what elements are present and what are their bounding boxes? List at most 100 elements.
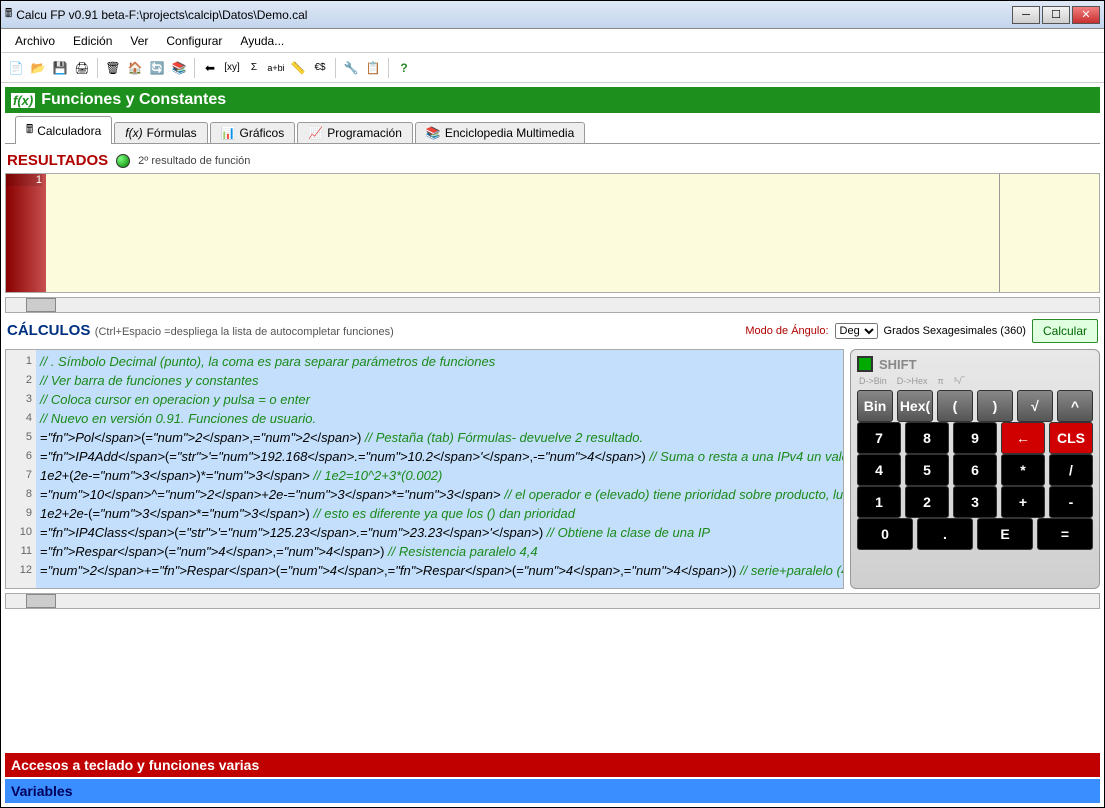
menu-ver[interactable]: Ver — [122, 32, 156, 50]
key-CLS[interactable]: CLS — [1049, 422, 1093, 454]
ruler-icon[interactable]: 📏 — [289, 59, 307, 77]
print-icon[interactable]: 🖨 — [73, 59, 91, 77]
shift-label: SHIFT — [879, 357, 917, 372]
save-icon[interactable]: 💾 — [51, 59, 69, 77]
keypad-hints: D->Bin D->Hex π ³√‾ — [857, 376, 1093, 386]
functions-panel-header[interactable]: f(x) Funciones y Constantes — [5, 87, 1100, 113]
calculos-header: CÁLCULOS (Ctrl+Espacio =despliega la lis… — [5, 315, 1100, 347]
code-gutter: 123456789101112 — [6, 350, 36, 588]
key-x[interactable]: / — [1049, 454, 1093, 486]
minimize-button[interactable]: ─ — [1012, 6, 1040, 24]
wrench-icon[interactable]: 🔧 — [342, 59, 360, 77]
key-x[interactable]: + — [1001, 486, 1045, 518]
key-x[interactable]: ( — [937, 390, 973, 422]
key-x[interactable]: ← — [1001, 422, 1045, 454]
sum-icon[interactable]: Σ — [245, 59, 263, 77]
window-title: Calcu FP v0.91 beta-F:\projects\calcip\D… — [16, 8, 307, 22]
back-icon[interactable]: ⬅ — [201, 59, 219, 77]
menu-configurar[interactable]: Configurar — [158, 32, 230, 50]
code-body[interactable]: // . Símbolo Decimal (punto), la coma es… — [36, 350, 843, 588]
maximize-button[interactable]: ☐ — [1042, 6, 1070, 24]
scrollbar-thumb[interactable] — [26, 594, 56, 608]
key-7[interactable]: 7 — [857, 422, 901, 454]
key-x[interactable]: * — [1001, 454, 1045, 486]
new-icon[interactable]: 📄 — [7, 59, 25, 77]
tab-calculadora[interactable]: 🖩Calculadora — [15, 116, 112, 144]
key-Hexx[interactable]: Hex( — [897, 390, 933, 422]
status-led-icon — [116, 154, 130, 168]
fx-icon: f(x) — [11, 93, 35, 108]
key-1[interactable]: 1 — [857, 486, 901, 518]
books-icon[interactable]: 📚 — [170, 59, 188, 77]
calc-icon: 🖩 — [26, 120, 33, 141]
keypad: SHIFT D->Bin D->Hex π ³√‾ BinHex(()√^ 789… — [850, 349, 1100, 589]
key-x[interactable]: = — [1037, 518, 1093, 550]
angle-desc: Grados Sexagesimales (360) — [884, 325, 1026, 337]
tab-programacion[interactable]: 📈Programación — [297, 122, 413, 143]
calculos-title: CÁLCULOS — [7, 322, 90, 339]
menubar: Archivo Edición Ver Configurar Ayuda... — [1, 29, 1104, 53]
main-tabs: 🖩Calculadora f(x)Fórmulas 📊Gráficos 📈Pro… — [5, 115, 1100, 144]
help-icon[interactable]: ? — [395, 59, 413, 77]
resultados-title: RESULTADOS — [7, 152, 108, 169]
fx-icon: f(x) — [125, 126, 142, 140]
angle-label: Modo de Ángulo: — [745, 325, 828, 337]
key-x[interactable]: ) — [977, 390, 1013, 422]
brackets-icon[interactable]: [xy] — [223, 59, 241, 77]
shift-row: SHIFT — [857, 356, 1093, 372]
key-Bin[interactable]: Bin — [857, 390, 893, 422]
editor-row: 123456789101112 // . Símbolo Decimal (pu… — [5, 349, 1100, 589]
key-3[interactable]: 3 — [953, 486, 997, 518]
key-x[interactable]: . — [917, 518, 973, 550]
code-editor[interactable]: 123456789101112 // . Símbolo Decimal (pu… — [5, 349, 844, 589]
abi-icon[interactable]: a+bi — [267, 59, 285, 77]
home-icon[interactable]: 🏠 — [126, 59, 144, 77]
key-0[interactable]: 0 — [857, 518, 913, 550]
key-2[interactable]: 2 — [905, 486, 949, 518]
calcular-button[interactable]: Calcular — [1032, 319, 1098, 343]
variables-panel-header[interactable]: Variables — [5, 779, 1100, 803]
titlebar: 🖩 Calcu FP v0.91 beta-F:\projects\calcip… — [1, 1, 1104, 29]
key-4[interactable]: 4 — [857, 454, 901, 486]
resultados-body[interactable] — [46, 174, 999, 292]
currency-icon[interactable]: €$ — [311, 59, 329, 77]
resultados-gutter: 1 — [6, 174, 46, 292]
open-icon[interactable]: 📂 — [29, 59, 47, 77]
key-x[interactable]: - — [1049, 486, 1093, 518]
scrollbar-thumb[interactable] — [26, 298, 56, 312]
key-5[interactable]: 5 — [905, 454, 949, 486]
prog-icon: 📈 — [308, 126, 323, 140]
content-area: f(x) Funciones y Constantes 🖩Calculadora… — [1, 83, 1104, 807]
menu-ayuda[interactable]: Ayuda... — [232, 32, 292, 50]
key-8[interactable]: 8 — [905, 422, 949, 454]
app-icon: 🖩 — [5, 4, 12, 25]
resultados-scrollbar[interactable] — [5, 297, 1100, 313]
angle-select[interactable]: Deg — [835, 323, 878, 339]
toolbar: 📄 📂 💾 🖨 🗑 🏠 🔄 📚 ⬅ [xy] Σ a+bi 📏 €$ 🔧 📋 ? — [1, 53, 1104, 83]
functions-title: Funciones y Constantes — [41, 91, 226, 109]
delete-icon[interactable]: 🗑 — [104, 59, 122, 77]
key-9[interactable]: 9 — [953, 422, 997, 454]
resultados-ruler — [999, 174, 1099, 292]
list-icon[interactable]: 📋 — [364, 59, 382, 77]
accesos-panel-header[interactable]: Accesos a teclado y funciones varias — [5, 753, 1100, 777]
resultados-editor[interactable]: 1 — [5, 173, 1100, 293]
tab-enciclopedia[interactable]: 📚Enciclopedia Multimedia — [415, 122, 585, 143]
key-E[interactable]: E — [977, 518, 1033, 550]
close-button[interactable]: ✕ — [1072, 6, 1100, 24]
key-x[interactable]: √ — [1017, 390, 1053, 422]
book-icon: 📚 — [426, 126, 441, 140]
key-x[interactable]: ^ — [1057, 390, 1093, 422]
calculos-hint: (Ctrl+Espacio =despliega la lista de aut… — [95, 326, 394, 338]
app-window: 🖩 Calcu FP v0.91 beta-F:\projects\calcip… — [0, 0, 1105, 808]
resultados-status: 2º resultado de función — [138, 155, 250, 167]
code-scrollbar[interactable] — [5, 593, 1100, 609]
resultados-header: RESULTADOS 2º resultado de función — [5, 146, 1100, 171]
refresh-icon[interactable]: 🔄 — [148, 59, 166, 77]
shift-led-icon[interactable] — [857, 356, 873, 372]
menu-archivo[interactable]: Archivo — [7, 32, 63, 50]
tab-formulas[interactable]: f(x)Fórmulas — [114, 122, 207, 143]
key-6[interactable]: 6 — [953, 454, 997, 486]
tab-graficos[interactable]: 📊Gráficos — [210, 122, 296, 143]
menu-edicion[interactable]: Edición — [65, 32, 120, 50]
